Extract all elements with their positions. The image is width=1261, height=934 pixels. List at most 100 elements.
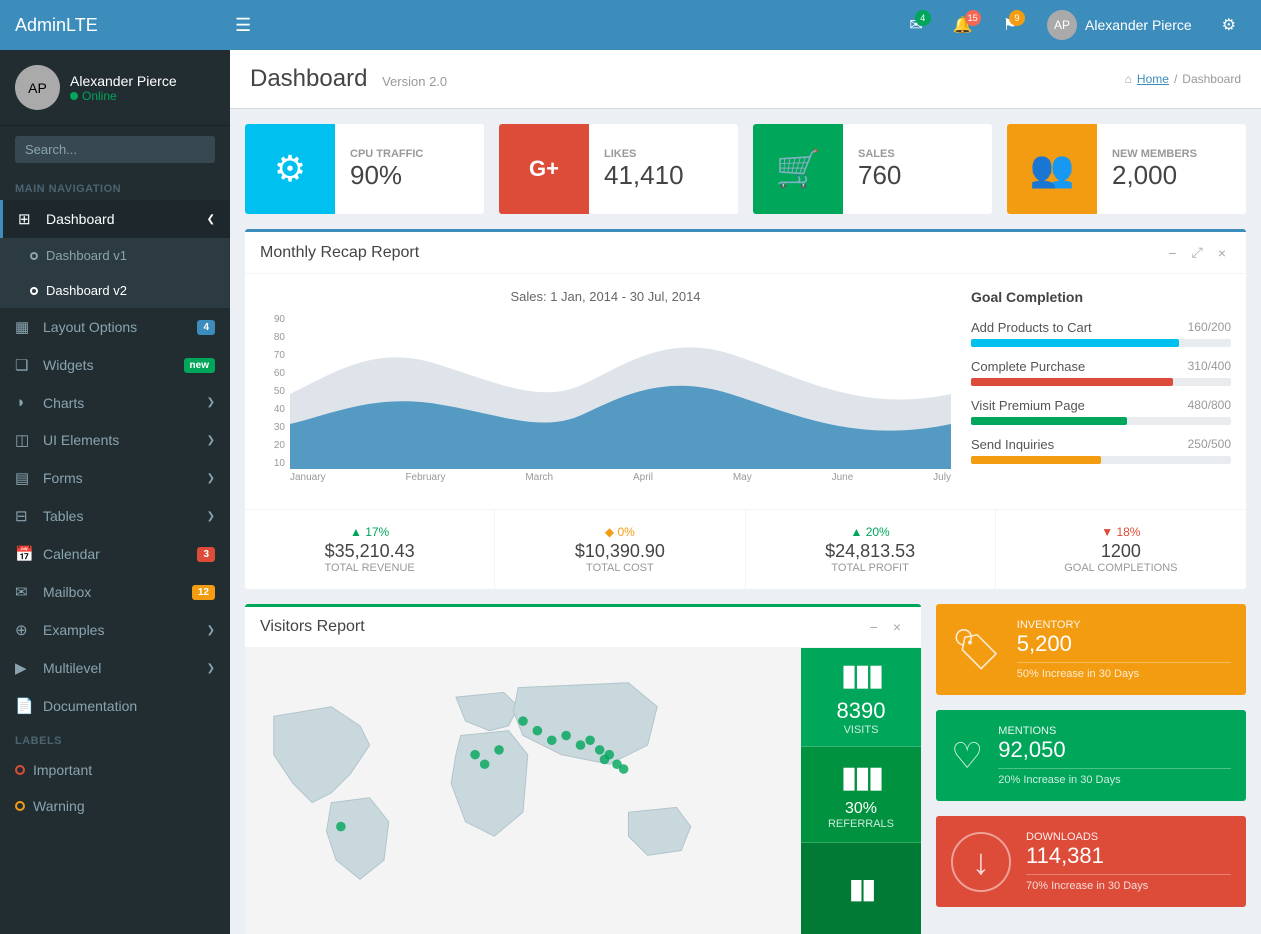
cpu-label: CPU TRAFFIC xyxy=(350,148,423,160)
sales-value: 760 xyxy=(858,160,901,191)
sidebar-item-label: Widgets xyxy=(43,357,184,373)
sidebar-item-dashboard-v2[interactable]: Dashboard v2 xyxy=(0,273,230,308)
sidebar-item-layout[interactable]: ▦ Layout Options 4 xyxy=(0,308,230,346)
stat-value-profit: $24,813.53 xyxy=(761,541,980,562)
user-menu[interactable]: AP Alexander Pierce xyxy=(1037,5,1202,45)
charts-icon: ◑ xyxy=(15,394,35,411)
widgets-badge: new xyxy=(184,358,215,373)
sidebar-item-multilevel[interactable]: ▶ Multilevel ❯ xyxy=(0,649,230,687)
sidebar-item-label: UI Elements xyxy=(43,432,202,448)
inventory-label: INVENTORY xyxy=(1017,619,1231,631)
mentions-content: MENTIONS 92,050 20% Increase in 30 Days xyxy=(998,725,1231,786)
examples-icon: ⊕ xyxy=(15,621,35,639)
stat-label-cost: TOTAL COST xyxy=(510,562,729,574)
sidebar-item-label: Multilevel xyxy=(43,660,202,676)
sidebar-item-docs[interactable]: 📄 Documentation xyxy=(0,687,230,725)
expand-button[interactable]: ⤢ xyxy=(1187,242,1208,263)
chart-title: Sales: 1 Jan, 2014 - 30 Jul, 2014 xyxy=(260,289,951,304)
sidebar-item-label: Dashboard xyxy=(46,211,202,227)
notifications-button[interactable]: 🔔 15 xyxy=(943,10,983,40)
sidebar-item-mailbox[interactable]: ✉ Mailbox 12 xyxy=(0,573,230,611)
sidebar-item-examples[interactable]: ⊕ Examples ❯ xyxy=(0,611,230,649)
dashboard-submenu: Dashboard v1 Dashboard v2 xyxy=(0,238,230,308)
minimize-button[interactable]: − xyxy=(1163,242,1181,263)
info-box-content-members: NEW MEMBERS 2,000 xyxy=(1097,124,1212,214)
chart-left: Sales: 1 Jan, 2014 - 30 Jul, 2014 90 80 … xyxy=(260,289,951,494)
widgets-icon: ❏ xyxy=(15,356,35,374)
settings-icon[interactable]: ⚙ xyxy=(1212,10,1246,40)
info-box-icon-sales: 🛒 xyxy=(753,124,843,214)
sidebar-item-forms[interactable]: ▤ Forms ❯ xyxy=(0,459,230,497)
chart-right: Goal Completion Add Products to Cart 160… xyxy=(971,289,1231,494)
sidebar-item-label: Calendar xyxy=(43,546,197,562)
sub-label: Dashboard v2 xyxy=(46,283,127,298)
sidebar-item-widgets[interactable]: ❏ Widgets new xyxy=(0,346,230,384)
progress-bar-purchase xyxy=(971,378,1173,386)
visitors-box: Visitors Report − × xyxy=(245,604,921,934)
sidebar-item-dashboard-v1[interactable]: Dashboard v1 xyxy=(0,238,230,273)
stat-total-revenue: ▲ 17% $35,210.43 TOTAL REVENUE xyxy=(245,510,495,589)
progress-bar-premium xyxy=(971,417,1127,425)
messages-button[interactable]: ✉ 4 xyxy=(899,10,932,40)
mentions-value: 92,050 xyxy=(998,737,1231,763)
tasks-button[interactable]: ⚑ 9 xyxy=(993,10,1027,40)
sidebar-item-label: Tables xyxy=(43,508,202,524)
stat-change-goals: ▼ 18% xyxy=(1011,525,1231,539)
label-text-important: Important xyxy=(33,762,92,778)
sidebar-item-charts[interactable]: ◑ Charts ❯ xyxy=(0,384,230,421)
sidebar-status: Online xyxy=(70,89,177,103)
info-box-cpu: ⚙ CPU TRAFFIC 90% xyxy=(245,124,484,214)
label-item-important[interactable]: Important xyxy=(0,752,230,788)
chart-xaxis: January February March April May June Ju… xyxy=(290,472,951,483)
avatar: AP xyxy=(1047,10,1077,40)
search-input[interactable] xyxy=(15,136,215,163)
chart-inner xyxy=(290,314,951,469)
sidebar-item-tables[interactable]: ⊟ Tables ❯ xyxy=(0,497,230,535)
visits-stat-block: ▮▮▮ 8390 VISITS xyxy=(801,648,921,747)
info-box-content-likes: LIKES 41,410 xyxy=(589,124,699,214)
goal-item-inquiries: Send Inquiries 250/500 xyxy=(971,437,1231,464)
chart-svg-wrapper: 90 80 70 60 50 40 30 20 10 xyxy=(260,314,951,494)
status-dot xyxy=(70,92,78,100)
page-title: Dashboard Version 2.0 xyxy=(250,65,447,93)
progress-bar-wrap xyxy=(971,456,1231,464)
sidebar-item-dashboard[interactable]: ⊞ Dashboard ❮ xyxy=(0,200,230,238)
sidebar-item-calendar[interactable]: 📅 Calendar 3 xyxy=(0,535,230,573)
stat-total-profit: ▲ 20% $24,813.53 TOTAL PROFIT xyxy=(746,510,996,589)
members-value: 2,000 xyxy=(1112,160,1197,191)
monthly-recap-body: Sales: 1 Jan, 2014 - 30 Jul, 2014 90 80 … xyxy=(245,274,1246,509)
close-button[interactable]: × xyxy=(1213,242,1231,263)
map-dot xyxy=(619,764,629,774)
label-item-warning[interactable]: Warning xyxy=(0,788,230,824)
inventory-icon: 🏷 xyxy=(951,626,1002,673)
sidebar-item-ui[interactable]: ◫ UI Elements ❯ xyxy=(0,421,230,459)
referrals-chart-icon: ▮▮▮ xyxy=(841,760,882,795)
app-logo: AdminLTE xyxy=(15,15,235,36)
calendar-icon: 📅 xyxy=(15,545,35,563)
visitors-box-tools: − × xyxy=(865,617,906,637)
map-dot xyxy=(576,740,586,750)
sidebar-avatar: AP xyxy=(15,65,60,110)
breadcrumb-home[interactable]: Home xyxy=(1137,72,1169,86)
inventory-content: INVENTORY 5,200 50% Increase in 30 Days xyxy=(1017,619,1231,680)
stat-label-revenue: TOTAL REVENUE xyxy=(260,562,479,574)
dashboard-icon: ⊞ xyxy=(18,210,38,228)
sales-label: SALES xyxy=(858,148,901,160)
hamburger-button[interactable]: ☰ xyxy=(235,15,251,36)
visitors-minimize-button[interactable]: − xyxy=(865,617,883,637)
mailbox-badge: 12 xyxy=(192,585,215,600)
google-plus-icon: G+ xyxy=(529,156,559,182)
tasks-badge: 9 xyxy=(1009,10,1025,26)
docs-icon: 📄 xyxy=(15,697,35,715)
widget-divider xyxy=(1026,874,1231,875)
sub-dot xyxy=(30,287,38,295)
logo-lte: LTE xyxy=(66,15,98,35)
map-area xyxy=(245,648,801,934)
mailbox-icon: ✉ xyxy=(15,583,35,601)
content-wrapper: Dashboard Version 2.0 ⌂ Home / Dashboard… xyxy=(230,50,1261,934)
sidebar-item-label: Mailbox xyxy=(43,584,192,600)
downloads-value: 114,381 xyxy=(1026,843,1231,869)
map-dot xyxy=(533,726,543,736)
visitors-close-button[interactable]: × xyxy=(888,617,906,637)
chevron-icon: ❯ xyxy=(207,435,215,446)
